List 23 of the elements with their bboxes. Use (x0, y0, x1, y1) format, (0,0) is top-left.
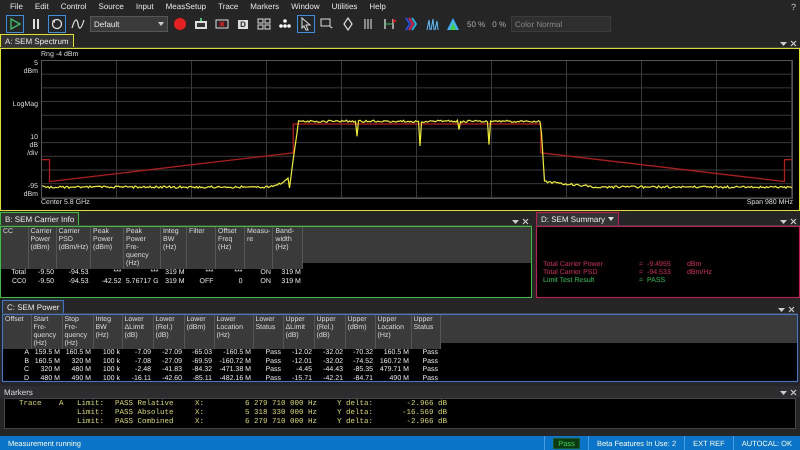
menu-item[interactable]: Input (130, 2, 160, 11)
color-field[interactable]: Color Normal (511, 16, 612, 32)
menu-item[interactable]: File (4, 2, 29, 11)
panel-tab[interactable]: D: SEM Summary (536, 212, 620, 225)
menu-item[interactable]: Control (54, 2, 92, 11)
menu-item[interactable]: Edit (28, 2, 55, 11)
panel-tab[interactable]: A: SEM Spectrum (0, 34, 74, 47)
menu-item[interactable]: Window (285, 2, 326, 11)
menu-item[interactable]: MeasSetup (160, 2, 212, 11)
menu-item[interactable]: Markers (244, 2, 286, 11)
menu-item[interactable]: Source (92, 2, 130, 11)
panel-tab[interactable]: C: SEM Power (2, 300, 64, 313)
toolbar-button[interactable]: D (234, 15, 252, 33)
menu-item[interactable]: Trace (212, 2, 244, 11)
letter-icon: D (238, 20, 248, 28)
menu-item[interactable]: Help (363, 2, 392, 11)
percent-label: 0 % (491, 20, 508, 28)
panel-tab[interactable]: B: SEM Carrier Info (0, 212, 80, 225)
preset-dropdown[interactable]: Default (90, 16, 168, 32)
menu-item[interactable]: Utilities (326, 2, 364, 11)
percent-label: 50 % (466, 20, 486, 28)
help-button[interactable]: ? (790, 2, 796, 12)
markers-title: Markers (4, 388, 33, 396)
